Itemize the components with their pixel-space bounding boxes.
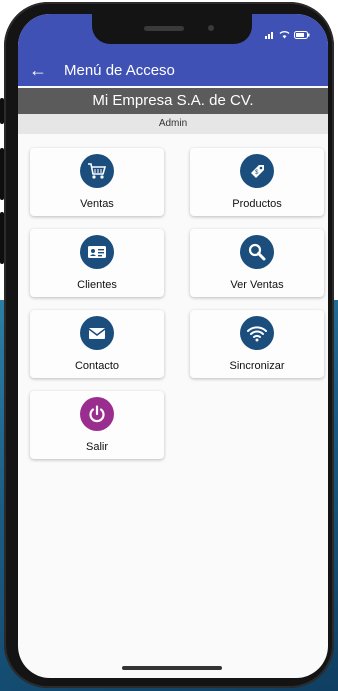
camera: [208, 25, 214, 31]
notch: [92, 14, 252, 44]
volume-up-button: [0, 148, 4, 200]
wifi-icon: [240, 316, 274, 350]
menu-item-productos[interactable]: $ Productos: [190, 148, 324, 216]
shopping-cart-icon: [80, 154, 114, 188]
price-tag-icon: $: [240, 154, 274, 188]
mail-icon: [80, 316, 114, 350]
menu-grid: Ventas $ Productos Clientes Ver Ventas C…: [18, 14, 328, 678]
menu-item-label: Clientes: [77, 279, 117, 291]
speaker: [144, 26, 184, 31]
power-icon: [80, 397, 114, 431]
menu-item-label: Contacto: [74, 360, 120, 372]
menu-item-salir[interactable]: Salir: [30, 391, 164, 459]
menu-item-label: Sincronizar: [229, 360, 285, 372]
menu-item-contacto[interactable]: Contacto: [30, 310, 164, 378]
menu-item-clientes[interactable]: Clientes: [30, 229, 164, 297]
phone-frame: ← Menú de Acceso Mi Empresa S.A. de CV. …: [0, 2, 334, 688]
menu-item-ver-ventas[interactable]: Ver Ventas: [190, 229, 324, 297]
phone-screen: ← Menú de Acceso Mi Empresa S.A. de CV. …: [18, 14, 328, 678]
menu-item-label: Salir: [85, 441, 108, 453]
menu-item-label: Ventas: [80, 198, 114, 210]
volume-down-button: [0, 212, 4, 264]
contact-card-icon: [80, 235, 114, 269]
menu-item-ventas[interactable]: Ventas: [30, 148, 164, 216]
menu-item-label: Productos: [232, 198, 282, 210]
home-indicator: [122, 666, 222, 670]
menu-item-label: Ver Ventas: [230, 279, 284, 291]
search-icon: [240, 235, 274, 269]
mute-switch: [0, 98, 4, 124]
menu-item-sincronizar[interactable]: Sincronizar: [190, 310, 324, 378]
